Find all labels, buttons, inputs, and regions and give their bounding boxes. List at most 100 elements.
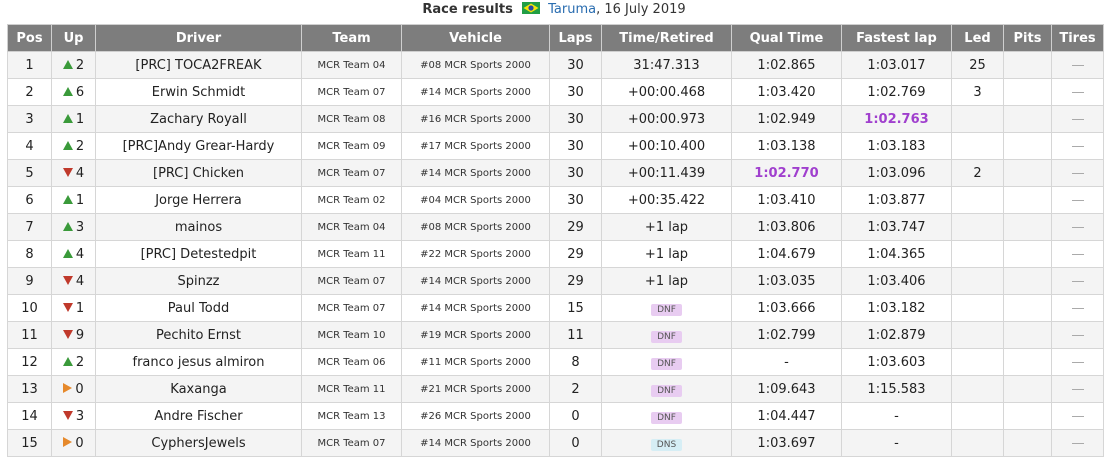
tires-dash-icon [1071, 64, 1084, 66]
position-change-value: 4 [75, 165, 85, 181]
arrow-right-icon [63, 382, 73, 393]
fastest-lap-cell: 1:03.183 [841, 132, 952, 160]
position-change: 4 [51, 240, 96, 268]
pits-cell [1003, 51, 1052, 79]
position-change-value: 2 [75, 138, 85, 154]
position-change-value: 2 [75, 57, 85, 73]
table-row: 15 0 CyphersJewels MCR Team 07 #14 MCR Sport… [7, 429, 1104, 457]
arrow-down-icon [62, 275, 73, 285]
header-pos: Pos [7, 24, 52, 52]
qual-time-value: 1:03.806 [757, 219, 816, 235]
led-cell [951, 402, 1004, 430]
pos-cell: 2 [7, 78, 52, 106]
fastest-lap-value: 1:02.879 [867, 327, 926, 343]
header-pits: Pits [1003, 24, 1052, 52]
header-team: Team [301, 24, 402, 52]
led-cell [951, 132, 1004, 160]
header-driver: Driver [95, 24, 302, 52]
team-cell: MCR Team 07 [301, 294, 402, 322]
led-cell [951, 213, 1004, 241]
position-change: 4 [51, 159, 96, 187]
position-change-value: 1 [75, 111, 85, 127]
qual-time-cell: 1:03.806 [731, 213, 842, 241]
table-row: 7 3 mainos MCR Team 04 #08 MCR Sports 2000 29… [7, 213, 1104, 241]
qual-time-value: 1:02.799 [757, 327, 816, 343]
vehicle-cell: #19 MCR Sports 2000 [401, 321, 550, 349]
header-led: Led [951, 24, 1004, 52]
fastest-lap-cell: 1:03.877 [841, 186, 952, 214]
arrow-up-icon [62, 356, 73, 366]
table-row: 8 4 [PRC] Detestedpit MCR Team 11 #22 MCR Sp… [7, 240, 1104, 268]
qual-time-cell: - [731, 348, 842, 376]
vehicle-cell: #11 MCR Sports 2000 [401, 348, 550, 376]
tires-cell [1051, 51, 1104, 79]
qual-time-cell: 1:03.138 [731, 132, 842, 160]
pits-cell [1003, 213, 1052, 241]
qual-time-cell: 1:04.447 [731, 402, 842, 430]
driver-cell: Zachary Royall [95, 105, 302, 133]
time-cell: +1 lap [601, 240, 732, 268]
vehicle-cell: #04 MCR Sports 2000 [401, 186, 550, 214]
qual-time-value: 1:09.643 [757, 381, 816, 397]
fastest-lap-cell: 1:02.879 [841, 321, 952, 349]
qual-time-cell: 1:03.697 [731, 429, 842, 457]
laps-cell: 8 [549, 348, 602, 376]
time-cell: +00:10.400 [601, 132, 732, 160]
driver-cell: [PRC] TOCA2FREAK [95, 51, 302, 79]
arrow-up-icon [62, 221, 73, 231]
led-cell [951, 429, 1004, 457]
arrow-up-icon [62, 59, 73, 69]
position-change-value: 1 [75, 300, 85, 316]
arrow-down-icon [62, 302, 73, 312]
fastest-lap-value: 1:03.877 [867, 192, 926, 208]
arrow-up-icon [62, 194, 73, 204]
pos-cell: 12 [7, 348, 52, 376]
qual-time-cell: 1:02.799 [731, 321, 842, 349]
header-vehicle: Vehicle [401, 24, 550, 52]
position-change: 4 [51, 267, 96, 295]
driver-cell: mainos [95, 213, 302, 241]
pits-cell [1003, 348, 1052, 376]
table-row: 2 6 Erwin Schmidt MCR Team 07 #14 MCR Sports… [7, 78, 1104, 106]
led-cell: 3 [951, 78, 1004, 106]
position-change: 2 [51, 348, 96, 376]
arrow-down-icon [62, 167, 73, 177]
tires-cell [1051, 159, 1104, 187]
fastest-lap-value: 1:03.096 [867, 165, 926, 181]
position-change-value: 4 [75, 273, 85, 289]
laps-cell: 30 [549, 186, 602, 214]
tires-dash-icon [1071, 91, 1084, 93]
position-change: 3 [51, 213, 96, 241]
qual-time-value: 1:03.138 [757, 138, 816, 154]
pits-cell [1003, 132, 1052, 160]
tires-dash-icon [1071, 118, 1084, 120]
vehicle-cell: #17 MCR Sports 2000 [401, 132, 550, 160]
arrow-right-icon [63, 436, 73, 447]
pits-cell [1003, 429, 1052, 457]
tires-cell [1051, 78, 1104, 106]
fastest-lap-value: 1:04.365 [867, 246, 926, 262]
time-cell: +1 lap [601, 267, 732, 295]
tires-cell [1051, 429, 1104, 457]
header-qual-time: Qual Time [731, 24, 842, 52]
tires-dash-icon [1071, 361, 1084, 363]
tires-dash-icon [1071, 172, 1084, 174]
tires-dash-icon [1071, 388, 1084, 390]
status-badge: DNF [651, 330, 682, 343]
time-cell: DNF [601, 348, 732, 376]
pos-cell: 15 [7, 429, 52, 457]
vehicle-cell: #14 MCR Sports 2000 [401, 429, 550, 457]
tires-cell [1051, 240, 1104, 268]
arrow-down-icon [62, 329, 73, 339]
driver-cell: Pechito Ernst [95, 321, 302, 349]
track-link[interactable]: Taruma [548, 2, 596, 17]
qual-time-cell: 1:02.949 [731, 105, 842, 133]
table-row: 9 4 Spinzz MCR Team 07 #14 MCR Sports 2000 29… [7, 267, 1104, 295]
qual-time-value: 1:03.697 [757, 435, 816, 451]
table-row: 4 2 [PRC]Andy Grear-Hardy MCR Team 09 #17 MC… [7, 132, 1104, 160]
driver-cell: Erwin Schmidt [95, 78, 302, 106]
arrow-up-icon [62, 140, 73, 150]
header-fastest-lap: Fastest lap [841, 24, 952, 52]
team-cell: MCR Team 02 [301, 186, 402, 214]
position-change: 2 [51, 132, 96, 160]
